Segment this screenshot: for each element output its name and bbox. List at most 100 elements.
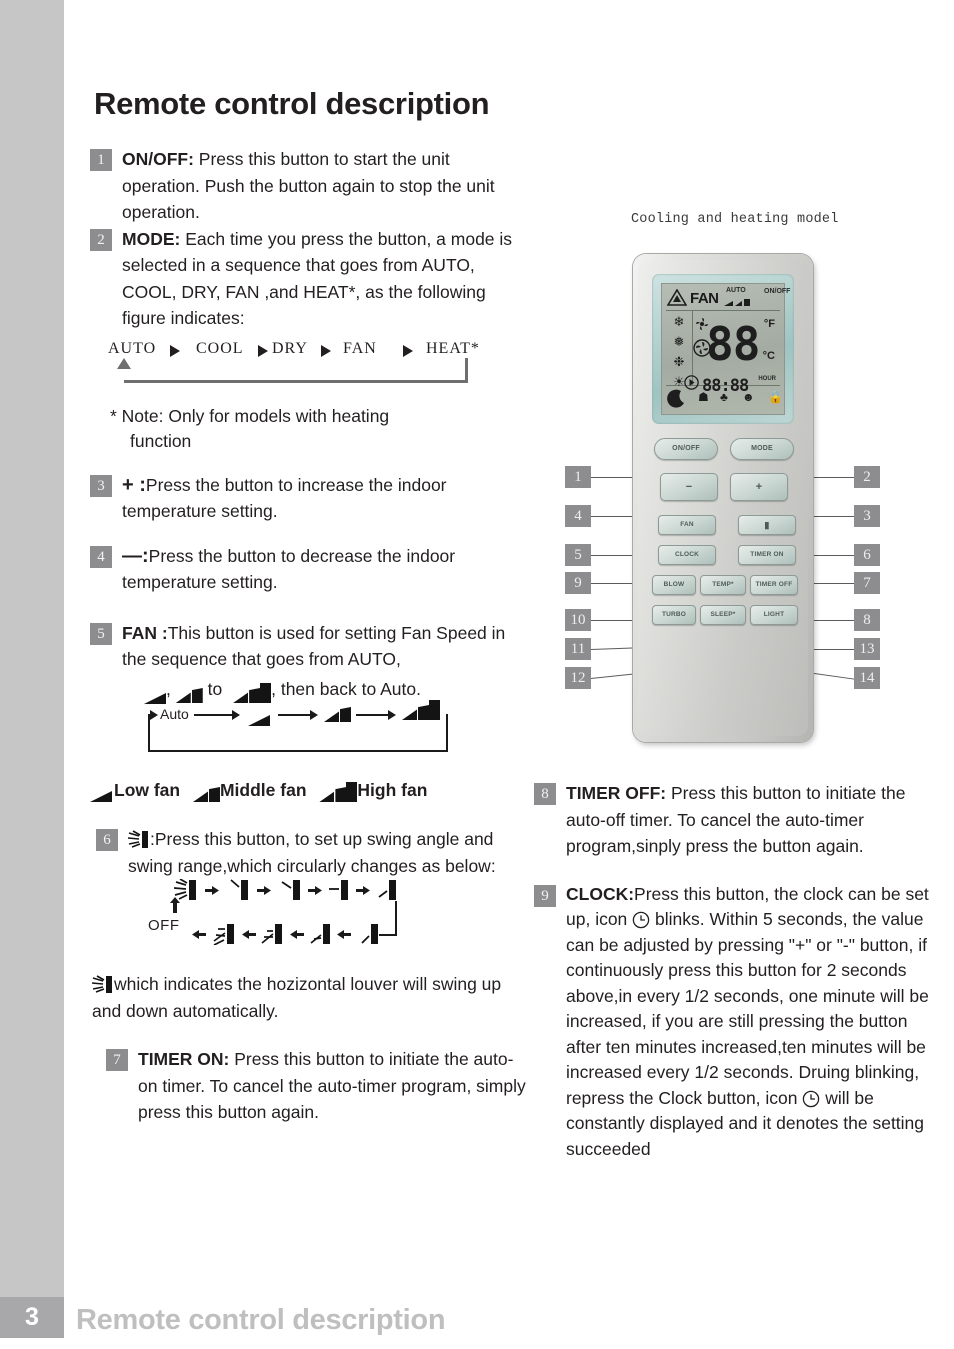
remote-button-temp[interactable]: TEMP* [700,575,746,595]
remote-button-turbo[interactable]: TURBO [652,605,696,625]
callout-7: 7 [854,572,880,594]
item-mode: 2 MODE: Each time you press the button, … [90,226,530,332]
remote-button-plus[interactable]: + [730,473,788,501]
callout-13: 13 [854,638,880,660]
item-number-badge: 1 [90,149,112,171]
fan-low-icon [90,780,112,802]
arrow-right-icon [403,344,413,357]
fan-legend-middle: Middle fan [219,780,307,800]
swing-icon-pos7 [261,924,282,944]
lcd-bezel: FAN AUTO ON/OFF ❄ ❅ ❉ ☀ 88 °F °C 88:88 H… [652,274,794,424]
remote-button-swing[interactable]: ▮ [738,515,796,535]
clock-icon [803,1090,820,1107]
arrow-up-icon [170,897,180,913]
item-label: —: [122,544,149,567]
arrow-right-icon [257,886,271,895]
swing-explanation: which indicates the hozizontal louver wi… [91,971,530,1024]
clock-icon [632,911,650,929]
arrow-left-icon [290,930,304,939]
left-margin-strip [0,0,64,1297]
health-icon: ☗ [698,390,709,404]
item-body: Press the button to increase the indoor … [122,474,447,522]
item-timer-on: 7 TIMER ON: Press this button to initiat… [106,1046,530,1126]
lcd-fan-bars-icon [724,299,750,306]
heating-note-line2: function [130,430,192,451]
remote-control-face: FAN AUTO ON/OFF ❄ ❅ ❉ ☀ 88 °F °C 88:88 H… [638,260,808,736]
fan-speed-diagram: Auto [138,700,468,778]
loop-line-vertical [465,357,468,383]
loop-arrow-icon [117,357,131,369]
fan-middle-icon [192,781,220,802]
loop-line-vertical [395,901,397,935]
lcd-divider [666,310,780,311]
blow-icon: ♣ [720,390,728,404]
lcd-screen: FAN AUTO ON/OFF ❄ ❅ ❉ ☀ 88 °F °C 88:88 H… [661,283,790,415]
item-number-badge: 8 [534,783,556,805]
remote-button-timer-off[interactable]: TIMER OFF [750,575,798,595]
heating-note: * Note: Only for models with heating fun… [110,404,530,454]
swing-icon-pos6 [310,924,330,944]
callout-6: 6 [854,544,880,566]
item-label: TIMER OFF: [566,783,667,803]
swing-icon-pos5 [361,924,378,944]
remote-button-minus[interactable]: − [660,473,718,501]
item-label: + : [122,473,146,496]
swing-off-label: OFF [148,917,180,934]
item-label: FAN : [122,622,168,643]
page-footer: 3 Remote control description [0,1297,954,1349]
fan-legend-low: Low fan [114,780,181,800]
swing-icon [127,830,148,848]
fan-to-word: to [207,678,223,699]
remote-button-fan[interactable]: FAN [658,515,716,535]
swing-icon-pos2 [281,880,300,900]
arrow-left-icon [337,930,351,939]
swing-icon-pos1 [230,879,248,900]
callout-5: 5 [565,544,591,566]
page-title: Remote control description [94,86,490,121]
snowflake-icon: ❄ [673,314,685,329]
callout-14: 14 [854,667,880,689]
arrow-right-icon [356,886,370,895]
remote-button-clock[interactable]: CLOCK [658,545,716,565]
item-text: CLOCK:Press this button, the clock can b… [566,882,946,1163]
callout-8: 8 [854,609,880,631]
item-timer-off: 8 TIMER OFF: Press this button to initia… [534,780,946,860]
item-minus: 4 —:Press the button to decrease the ind… [90,543,530,596]
fan-mode-icon: ❉ [673,354,685,369]
swing-icon-pos3 [329,880,348,900]
item-body: Press the button to decrease the indoor … [122,545,456,593]
arrow-right-icon [308,886,322,895]
remote-control-body: FAN AUTO ON/OFF ❄ ❅ ❉ ☀ 88 °F °C 88:88 H… [633,254,813,742]
remote-button-on-off[interactable]: ON/OFF [654,438,718,460]
swing-icon-pos8 [213,924,234,945]
fan-comma: , [166,678,171,699]
item-label: MODE: [122,228,181,249]
arrow-right-icon [321,344,331,357]
remote-button-blow[interactable]: BLOW [652,575,696,595]
remote-button-mode[interactable]: MODE [730,438,794,460]
remote-button-timer-on[interactable]: TIMER ON [738,545,796,565]
mode-step-heat: HEAT* [426,339,480,357]
callout-11: 11 [565,638,591,660]
fan-legend-high: High fan [357,780,428,800]
item-body: Each time you press the button, a mode i… [122,228,513,329]
swing-icon [91,975,112,993]
fan-high-icon [319,781,358,802]
item-label: CLOCK: [566,883,635,904]
sleep-moon-icon [667,389,684,408]
item-clock: 9 CLOCK:Press this button, the clock can… [534,882,946,1163]
remote-button-sleep[interactable]: SLEEP* [700,605,746,625]
remote-button-light[interactable]: LIGHT [750,605,798,625]
item-body: :Press this button, to set up swing angl… [128,829,496,876]
loop-line [124,379,468,383]
item-text: —:Press the button to decrease the indoo… [122,543,530,596]
footer-title: Remote control description [76,1304,446,1336]
right-column: 8 TIMER OFF: Press this button to initia… [534,780,946,1162]
lcd-temperature-digits: 88 [706,317,760,371]
item-number-badge: 3 [90,474,112,497]
lcd-status-icons: ☗ ♣ ☻ 🔒 [694,386,783,410]
mode-sequence-diagram: AUTO COOL DRY FAN HEAT* [108,340,508,398]
item-swing: 6 :Press this button, to set up swing an… [96,826,530,879]
fan-legend: Low fan Middle fan High fan [90,780,530,802]
mode-step-auto: AUTO [108,339,157,357]
